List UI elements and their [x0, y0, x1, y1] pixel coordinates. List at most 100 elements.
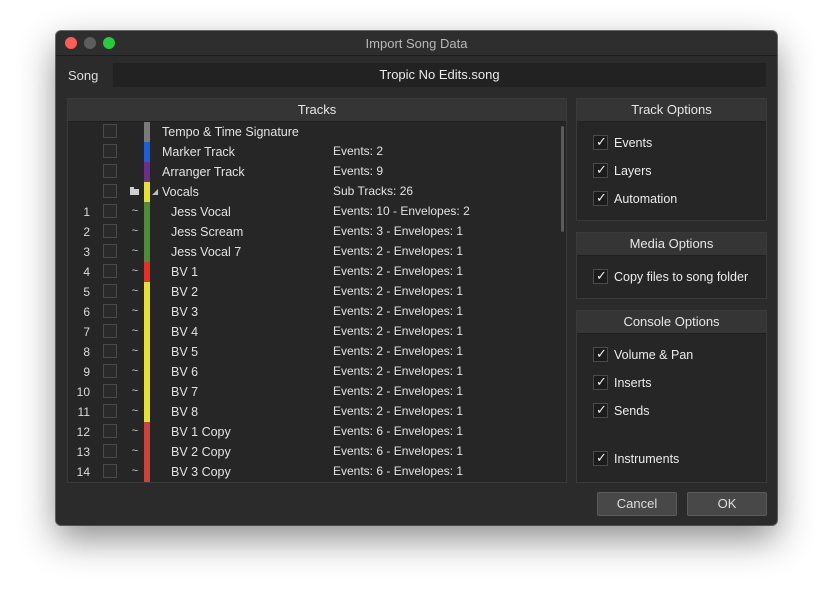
ok-button[interactable]: OK: [687, 492, 767, 516]
audio-wave-icon: ~: [131, 225, 139, 237]
volume-pan-checkbox[interactable]: ✓: [593, 346, 608, 362]
audio-wave-icon: ~: [131, 305, 139, 317]
audio-wave-icon: ~: [131, 205, 139, 217]
track-select-checkbox[interactable]: [103, 144, 117, 158]
track-list[interactable]: Tempo & Time Signature Marker Track Events…: [68, 122, 560, 482]
track-select-checkbox[interactable]: [103, 224, 117, 238]
track-row[interactable]: 8 ~ BV 5 Events: 2 - Envelopes: 1: [68, 342, 560, 362]
track-number: 14: [76, 465, 90, 479]
automation-checkbox[interactable]: ✓: [593, 190, 608, 206]
track-select-checkbox[interactable]: [103, 164, 117, 178]
track-select-checkbox[interactable]: [103, 424, 117, 438]
track-color-swatch: [144, 402, 150, 422]
track-select-checkbox[interactable]: [103, 444, 117, 458]
track-row[interactable]: 2 ~ Jess Scream Events: 3 - Envelopes: 1: [68, 222, 560, 242]
track-select-checkbox[interactable]: [103, 284, 117, 298]
track-row[interactable]: 1 ~ Jess Vocal Events: 10 - Envelopes: 2: [68, 202, 560, 222]
checkmark-icon: ✓: [596, 374, 607, 389]
track-color-swatch: [144, 442, 150, 462]
track-select-checkbox[interactable]: [103, 404, 117, 418]
track-row[interactable]: 4 ~ BV 1 Events: 2 - Envelopes: 1: [68, 262, 560, 282]
track-row[interactable]: 6 ~ BV 3 Events: 2 - Envelopes: 1: [68, 302, 560, 322]
track-name: Vocals: [162, 185, 199, 199]
layers-checkbox[interactable]: ✓: [593, 162, 608, 178]
track-row[interactable]: 7 ~ BV 4 Events: 2 - Envelopes: 1: [68, 322, 560, 342]
track-row[interactable]: 5 ~ BV 2 Events: 2 - Envelopes: 1: [68, 282, 560, 302]
track-info: Events: 2 - Envelopes: 1: [333, 264, 464, 278]
track-color-swatch: [144, 162, 150, 182]
track-select-checkbox[interactable]: [103, 184, 117, 198]
audio-wave-icon: ~: [131, 325, 139, 337]
track-select-checkbox[interactable]: [103, 344, 117, 358]
audio-wave-icon: ~: [131, 365, 139, 377]
track-color-swatch: [144, 262, 150, 282]
checkmark-icon: ✓: [596, 402, 607, 417]
cancel-button[interactable]: Cancel: [597, 492, 677, 516]
sends-checkbox[interactable]: ✓: [593, 402, 608, 418]
events-checkbox[interactable]: ✓: [593, 134, 608, 150]
option-label: Copy files to song folder: [614, 270, 749, 284]
track-number: 9: [83, 365, 90, 379]
folder-icon: [130, 187, 139, 195]
track-color-swatch: [144, 122, 150, 142]
track-name: BV 5: [171, 345, 199, 359]
console-options-panel: Console Options ✓ Volume & Pan ✓ Inserts…: [576, 310, 767, 483]
instruments-checkbox[interactable]: ✓: [593, 450, 608, 466]
track-select-checkbox[interactable]: [103, 264, 117, 278]
track-list-scrollbar[interactable]: [561, 126, 564, 232]
track-name: Tempo & Time Signature: [162, 125, 299, 139]
track-info: Events: 2 - Envelopes: 1: [333, 284, 464, 298]
import-song-data-dialog: Import Song Data Song Tropic No Edits.so…: [56, 31, 777, 525]
inserts-checkbox[interactable]: ✓: [593, 374, 608, 390]
audio-wave-icon: ~: [131, 245, 139, 257]
track-select-checkbox[interactable]: [103, 204, 117, 218]
track-select-checkbox[interactable]: [103, 324, 117, 338]
track-number: 11: [77, 405, 90, 419]
expand-triangle-icon[interactable]: ◢: [152, 187, 158, 196]
track-color-swatch: [144, 382, 150, 402]
track-select-checkbox[interactable]: [103, 124, 117, 138]
track-row[interactable]: 11 ~ BV 8 Events: 2 - Envelopes: 1: [68, 402, 560, 422]
track-select-checkbox[interactable]: [103, 364, 117, 378]
track-name: BV 6: [171, 365, 199, 379]
track-color-swatch: [144, 282, 150, 302]
copy-files-checkbox[interactable]: ✓: [593, 268, 608, 284]
track-options-panel: Track Options ✓ Events ✓ Layers ✓ Automa…: [576, 98, 767, 221]
track-select-checkbox[interactable]: [103, 384, 117, 398]
track-name: Jess Vocal: [171, 205, 231, 219]
track-row[interactable]: ◢ Vocals Sub Tracks: 26: [68, 182, 560, 202]
track-name: BV 1: [171, 265, 199, 279]
checkmark-icon: ✓: [596, 162, 607, 177]
track-row[interactable]: 10 ~ BV 7 Events: 2 - Envelopes: 1: [68, 382, 560, 402]
track-select-checkbox[interactable]: [103, 244, 117, 258]
track-row[interactable]: 14 ~ BV 3 Copy Events: 6 - Envelopes: 1: [68, 462, 560, 482]
track-row[interactable]: 3 ~ Jess Vocal 7 Events: 2 - Envelopes: 1: [68, 242, 560, 262]
track-number: 5: [83, 285, 90, 299]
track-select-checkbox[interactable]: [103, 464, 117, 478]
track-number: 3: [83, 245, 90, 259]
track-row[interactable]: Arranger Track Events: 9: [68, 162, 560, 182]
option-label: Inserts: [614, 376, 652, 390]
track-color-swatch: [144, 422, 150, 442]
track-row[interactable]: Marker Track Events: 2: [68, 142, 560, 162]
track-color-swatch: [144, 322, 150, 342]
track-info: Events: 2 - Envelopes: 1: [333, 244, 464, 258]
track-name: BV 3 Copy: [171, 465, 231, 479]
tracks-panel-title: Tracks: [68, 99, 566, 122]
track-row[interactable]: 12 ~ BV 1 Copy Events: 6 - Envelopes: 1: [68, 422, 560, 442]
track-number: 4: [83, 265, 90, 279]
track-name: BV 3: [171, 305, 199, 319]
track-number: 12: [76, 425, 90, 439]
track-info: Events: 6 - Envelopes: 1: [333, 424, 464, 438]
track-row[interactable]: Tempo & Time Signature: [68, 122, 560, 142]
track-info: Events: 6 - Envelopes: 1: [333, 444, 464, 458]
option-label: Automation: [614, 192, 678, 206]
track-select-checkbox[interactable]: [103, 304, 117, 318]
option-label: Volume & Pan: [614, 348, 694, 362]
track-number: 6: [83, 305, 90, 319]
track-row[interactable]: 9 ~ BV 6 Events: 2 - Envelopes: 1: [68, 362, 560, 382]
track-name: Jess Scream: [171, 225, 244, 239]
media-options-panel: Media Options ✓ Copy files to song folde…: [576, 232, 767, 299]
audio-wave-icon: ~: [131, 385, 139, 397]
track-row[interactable]: 13 ~ BV 2 Copy Events: 6 - Envelopes: 1: [68, 442, 560, 462]
